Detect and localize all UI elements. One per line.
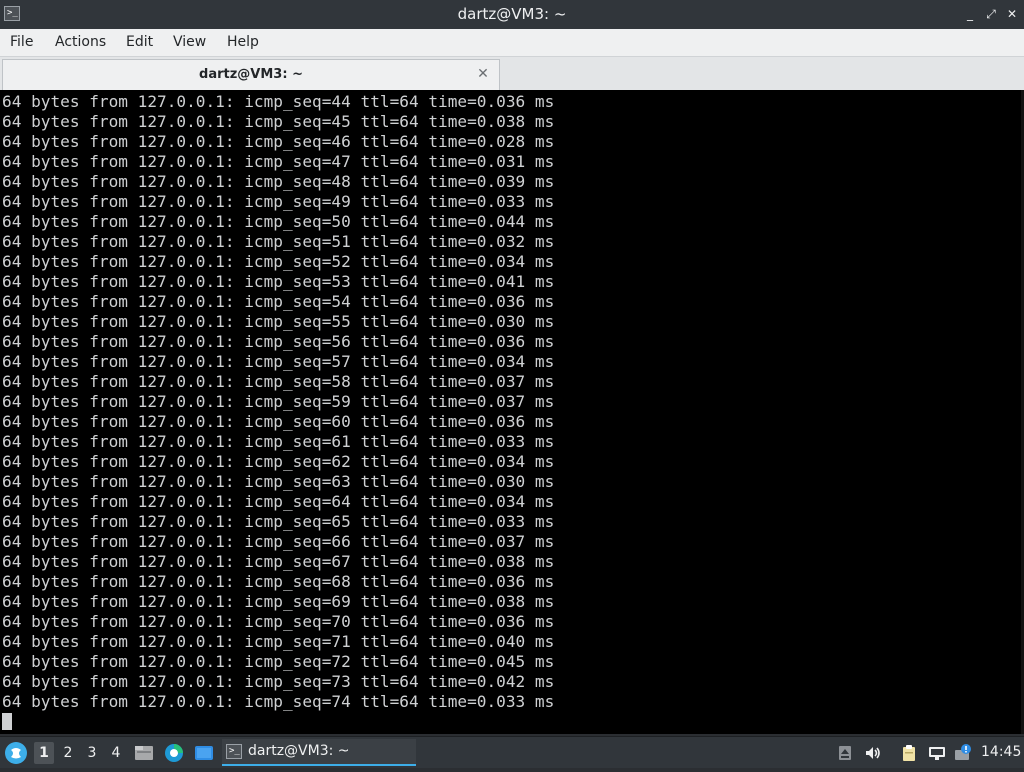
volume-icon[interactable] (864, 744, 882, 762)
workspace-1[interactable]: 1 (34, 742, 54, 764)
workspace-2[interactable]: 2 (58, 742, 78, 764)
terminal-line: 64 bytes from 127.0.0.1: icmp_seq=54 ttl… (2, 292, 555, 311)
terminal-line: 64 bytes from 127.0.0.1: icmp_seq=68 ttl… (2, 572, 555, 591)
task-label: dartz@VM3: ~ (248, 743, 350, 759)
menu-actions[interactable]: Actions (55, 29, 106, 56)
menu-help[interactable]: Help (227, 29, 259, 56)
terminal-line: 64 bytes from 127.0.0.1: icmp_seq=52 ttl… (2, 252, 555, 271)
terminal-line: 64 bytes from 127.0.0.1: icmp_seq=51 ttl… (2, 232, 555, 251)
terminal-line: 64 bytes from 127.0.0.1: icmp_seq=45 ttl… (2, 112, 555, 131)
network-icon[interactable] (928, 744, 946, 762)
terminal-line: 64 bytes from 127.0.0.1: icmp_seq=66 ttl… (2, 532, 555, 551)
workspace-3[interactable]: 3 (82, 742, 102, 764)
minimize-button[interactable]: _ (962, 6, 978, 22)
terminal-lines: 64 bytes from 127.0.0.1: icmp_seq=44 ttl… (2, 92, 1020, 732)
window-title: dartz@VM3: ~ (457, 5, 567, 23)
maximize-button[interactable]: ⤢ (983, 6, 999, 22)
terminal-cursor (2, 713, 12, 730)
taskbar: 1 2 3 4 >_ dartz@VM3: ~ 14:45 (0, 736, 1024, 768)
terminal-line: 64 bytes from 127.0.0.1: icmp_seq=65 ttl… (2, 512, 555, 531)
tab-close-icon[interactable]: ✕ (475, 65, 491, 83)
terminal-line: 64 bytes from 127.0.0.1: icmp_seq=72 ttl… (2, 652, 555, 671)
tab-label: dartz@VM3: ~ (199, 67, 303, 82)
terminal-line: 64 bytes from 127.0.0.1: icmp_seq=60 ttl… (2, 412, 555, 431)
terminal-line: 64 bytes from 127.0.0.1: icmp_seq=55 ttl… (2, 312, 555, 331)
terminal-line: 64 bytes from 127.0.0.1: icmp_seq=61 ttl… (2, 432, 555, 451)
terminal-line: 64 bytes from 127.0.0.1: icmp_seq=74 ttl… (2, 692, 555, 711)
terminal-line: 64 bytes from 127.0.0.1: icmp_seq=71 ttl… (2, 632, 555, 651)
system-clock[interactable]: 14:45 (981, 737, 1021, 768)
menu-edit[interactable]: Edit (126, 29, 153, 56)
menu-view[interactable]: View (173, 29, 206, 56)
terminal-line: 64 bytes from 127.0.0.1: icmp_seq=69 ttl… (2, 592, 555, 611)
window-titlebar[interactable]: >_ dartz@VM3: ~ _ ⤢ ✕ (0, 0, 1024, 29)
taskbar-task-terminal[interactable]: >_ dartz@VM3: ~ (222, 739, 416, 766)
terminal-line: 64 bytes from 127.0.0.1: icmp_seq=57 ttl… (2, 352, 555, 371)
terminal-line: 64 bytes from 127.0.0.1: icmp_seq=67 ttl… (2, 552, 555, 571)
terminal-line: 64 bytes from 127.0.0.1: icmp_seq=73 ttl… (2, 672, 555, 691)
desktop-icon[interactable] (194, 743, 214, 763)
terminal-line: 64 bytes from 127.0.0.1: icmp_seq=44 ttl… (2, 92, 555, 111)
terminal-output-area[interactable]: 64 bytes from 127.0.0.1: icmp_seq=44 ttl… (0, 90, 1024, 734)
terminal-line: 64 bytes from 127.0.0.1: icmp_seq=62 ttl… (2, 452, 555, 471)
menu-file[interactable]: File (10, 29, 33, 56)
terminal-line: 64 bytes from 127.0.0.1: icmp_seq=53 ttl… (2, 272, 555, 291)
terminal-line: 64 bytes from 127.0.0.1: icmp_seq=63 ttl… (2, 472, 555, 491)
browser-icon[interactable] (164, 743, 184, 763)
terminal-line: 64 bytes from 127.0.0.1: icmp_seq=56 ttl… (2, 332, 555, 351)
terminal-line: 64 bytes from 127.0.0.1: icmp_seq=47 ttl… (2, 152, 555, 171)
tab-bar: dartz@VM3: ~ ✕ (0, 57, 1024, 90)
terminal-line: 64 bytes from 127.0.0.1: icmp_seq=70 ttl… (2, 612, 555, 631)
app-launcher-icon[interactable] (5, 742, 27, 764)
terminal-line: 64 bytes from 127.0.0.1: icmp_seq=48 ttl… (2, 172, 555, 191)
menu-bar: File Actions Edit View Help (0, 29, 1024, 57)
tab-terminal-session[interactable]: dartz@VM3: ~ ✕ (2, 59, 500, 90)
terminal-line: 64 bytes from 127.0.0.1: icmp_seq=46 ttl… (2, 132, 555, 151)
terminal-line: 64 bytes from 127.0.0.1: icmp_seq=50 ttl… (2, 212, 555, 231)
terminal-line: 64 bytes from 127.0.0.1: icmp_seq=64 ttl… (2, 492, 555, 511)
file-manager-icon[interactable] (134, 743, 154, 763)
close-button[interactable]: ✕ (1004, 6, 1020, 22)
terminal-line: 64 bytes from 127.0.0.1: icmp_seq=58 ttl… (2, 372, 555, 391)
workspace-4[interactable]: 4 (106, 742, 126, 764)
terminal-task-icon: >_ (226, 744, 242, 759)
terminal-line: 64 bytes from 127.0.0.1: icmp_seq=59 ttl… (2, 392, 555, 411)
update-notifier-icon[interactable] (954, 744, 972, 762)
terminal-line: 64 bytes from 127.0.0.1: icmp_seq=49 ttl… (2, 192, 555, 211)
clipboard-icon[interactable] (900, 744, 918, 762)
removable-media-icon[interactable] (836, 744, 854, 762)
